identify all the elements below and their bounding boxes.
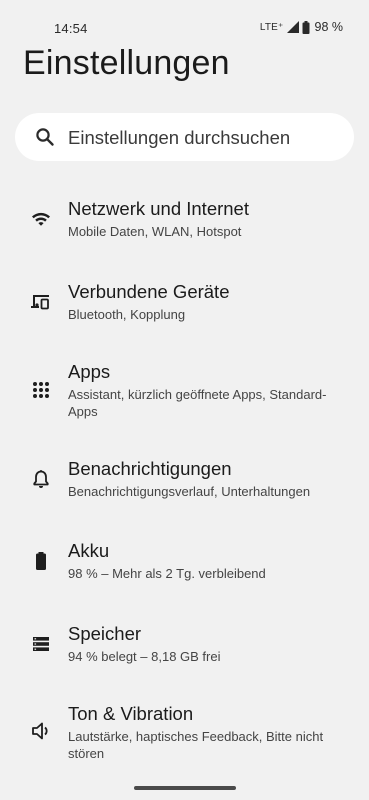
search-placeholder: Einstellungen durchsuchen [68, 127, 291, 148]
settings-item-connected-devices[interactable]: Verbundene Geräte Bluetooth, Kopplung [0, 275, 369, 335]
settings-item-subtitle: Mobile Daten, WLAN, Hotspot [68, 224, 242, 239]
settings-item-subtitle: Assistant, kürzlich geöffnete Apps, Stan… [68, 387, 327, 419]
settings-item-subtitle: Benachrichtigungsverlauf, Unterhaltungen [68, 484, 311, 499]
settings-item-title: Akku [68, 540, 110, 561]
bell-icon [30, 468, 52, 490]
settings-item-network[interactable]: Netzwerk und Internet Mobile Daten, WLAN… [0, 192, 369, 252]
settings-item-storage[interactable]: Speicher 94 % belegt – 8,18 GB frei [0, 617, 369, 677]
battery-percent: 98 % [314, 20, 344, 34]
apps-grid-icon [30, 379, 52, 401]
signal-icon [286, 21, 299, 33]
wifi-icon [30, 208, 52, 230]
settings-item-subtitle: Lautstärke, haptisches Feedback, Bitte n… [68, 729, 324, 761]
status-indicators: LTE⁺ 98 % [260, 20, 343, 34]
settings-item-notifications[interactable]: Benachrichtigungen Benachrichtigungsverl… [0, 452, 369, 512]
settings-item-title: Ton & Vibration [68, 703, 194, 724]
status-bar: 14:54 LTE⁺ 98 % [0, 0, 369, 44]
battery-status-icon [302, 20, 310, 34]
settings-item-sound[interactable]: Ton & Vibration Lautstärke, haptisches F… [0, 697, 369, 767]
settings-item-apps[interactable]: Apps Assistant, kürzlich geöffnete Apps,… [0, 355, 369, 425]
devices-icon [30, 291, 52, 313]
storage-icon [30, 633, 52, 655]
search-bar[interactable]: Einstellungen durchsuchen [15, 113, 354, 161]
settings-item-title: Netzwerk und Internet [68, 198, 249, 219]
settings-item-subtitle: Bluetooth, Kopplung [68, 307, 186, 322]
settings-item-title: Benachrichtigungen [68, 458, 232, 479]
search-icon [35, 127, 55, 147]
network-type: LTE⁺ [259, 21, 284, 33]
settings-item-battery[interactable]: Akku 98 % – Mehr als 2 Tg. verbleibend [0, 534, 369, 594]
gesture-nav-handle[interactable] [134, 786, 236, 790]
battery-icon [30, 550, 52, 572]
settings-item-subtitle: 94 % belegt – 8,18 GB frei [68, 649, 221, 664]
settings-item-title: Apps [68, 361, 111, 382]
speaker-icon [30, 720, 52, 742]
settings-item-title: Verbundene Geräte [68, 281, 230, 302]
status-time: 14:54 [54, 21, 88, 36]
settings-item-title: Speicher [68, 623, 142, 644]
page-title: Einstellungen [23, 44, 230, 82]
settings-item-subtitle: 98 % – Mehr als 2 Tg. verbleibend [68, 566, 266, 581]
